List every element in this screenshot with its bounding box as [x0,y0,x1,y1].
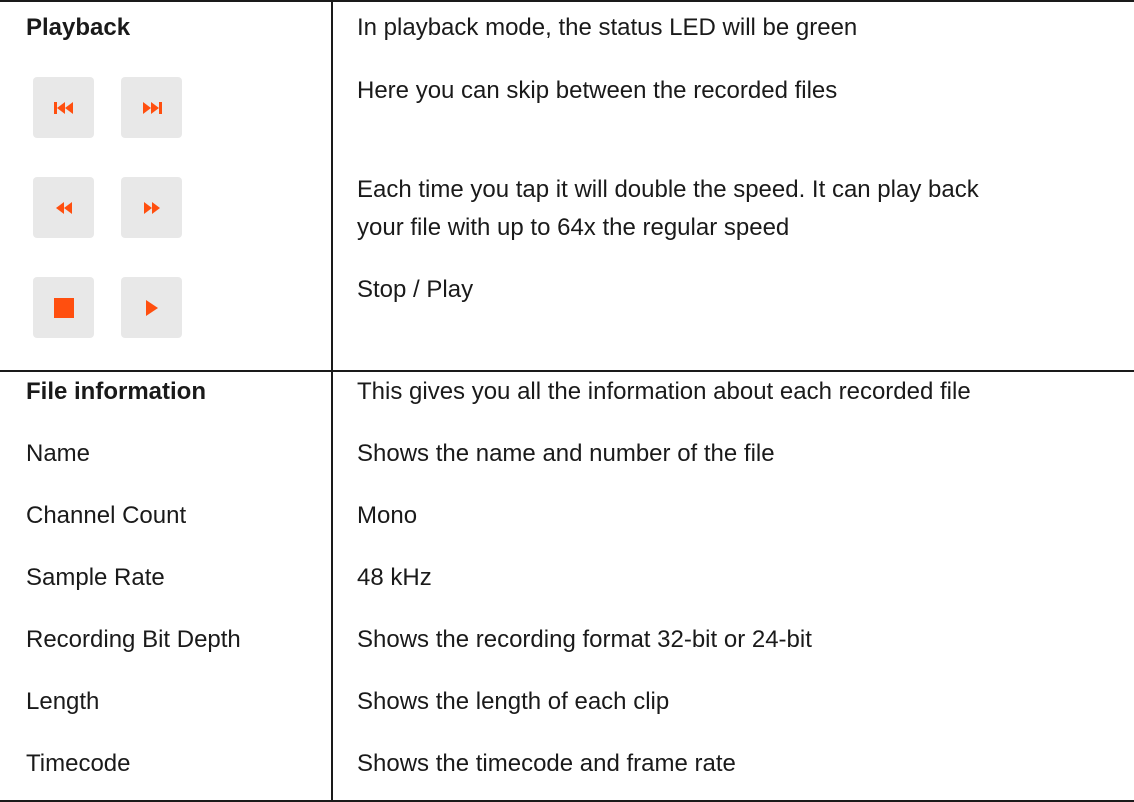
row-desc-length: Shows the length of each clip [357,688,670,715]
fast-forward-button[interactable] [121,177,182,238]
section-divider [0,370,1134,372]
row-label-timecode: Timecode [26,750,131,777]
row-desc-bit-depth: Shows the recording format 32-bit or 24-… [357,626,812,653]
stop-icon [53,297,74,318]
row-label-bit-depth: Recording Bit Depth [26,626,241,653]
play-icon [145,299,158,316]
row-label-length: Length [26,688,100,715]
fast-forward-icon [143,201,160,214]
row-desc-sample-rate: 48 kHz [357,564,432,591]
row-label-name: Name [26,440,91,467]
file-info-title: File information [26,378,206,405]
skip-description: Here you can skip between the recorded f… [357,77,838,104]
row-label-channel-count: Channel Count [26,502,187,529]
file-info-description: This gives you all the information about… [357,378,971,405]
skip-back-icon [53,101,73,114]
speed-description-line2: your file with up to 64x the regular spe… [357,214,790,241]
table-top-border [0,0,1134,2]
skip-forward-icon [142,101,162,114]
row-desc-channel-count: Mono [357,502,418,529]
rewind-button[interactable] [33,177,94,238]
stop-play-description: Stop / Play [357,276,474,303]
row-desc-name: Shows the name and number of the file [357,440,775,467]
skip-back-button[interactable] [33,77,94,138]
stop-button[interactable] [33,277,94,338]
status-led-description: In playback mode, the status LED will be… [357,14,858,41]
playback-title: Playback [26,14,131,41]
row-desc-timecode: Shows the timecode and frame rate [357,750,736,777]
play-button[interactable] [121,277,182,338]
column-divider [331,0,333,802]
rewind-icon [55,201,72,214]
row-label-sample-rate: Sample Rate [26,564,165,591]
speed-description-line1: Each time you tap it will double the spe… [357,176,979,203]
skip-forward-button[interactable] [121,77,182,138]
